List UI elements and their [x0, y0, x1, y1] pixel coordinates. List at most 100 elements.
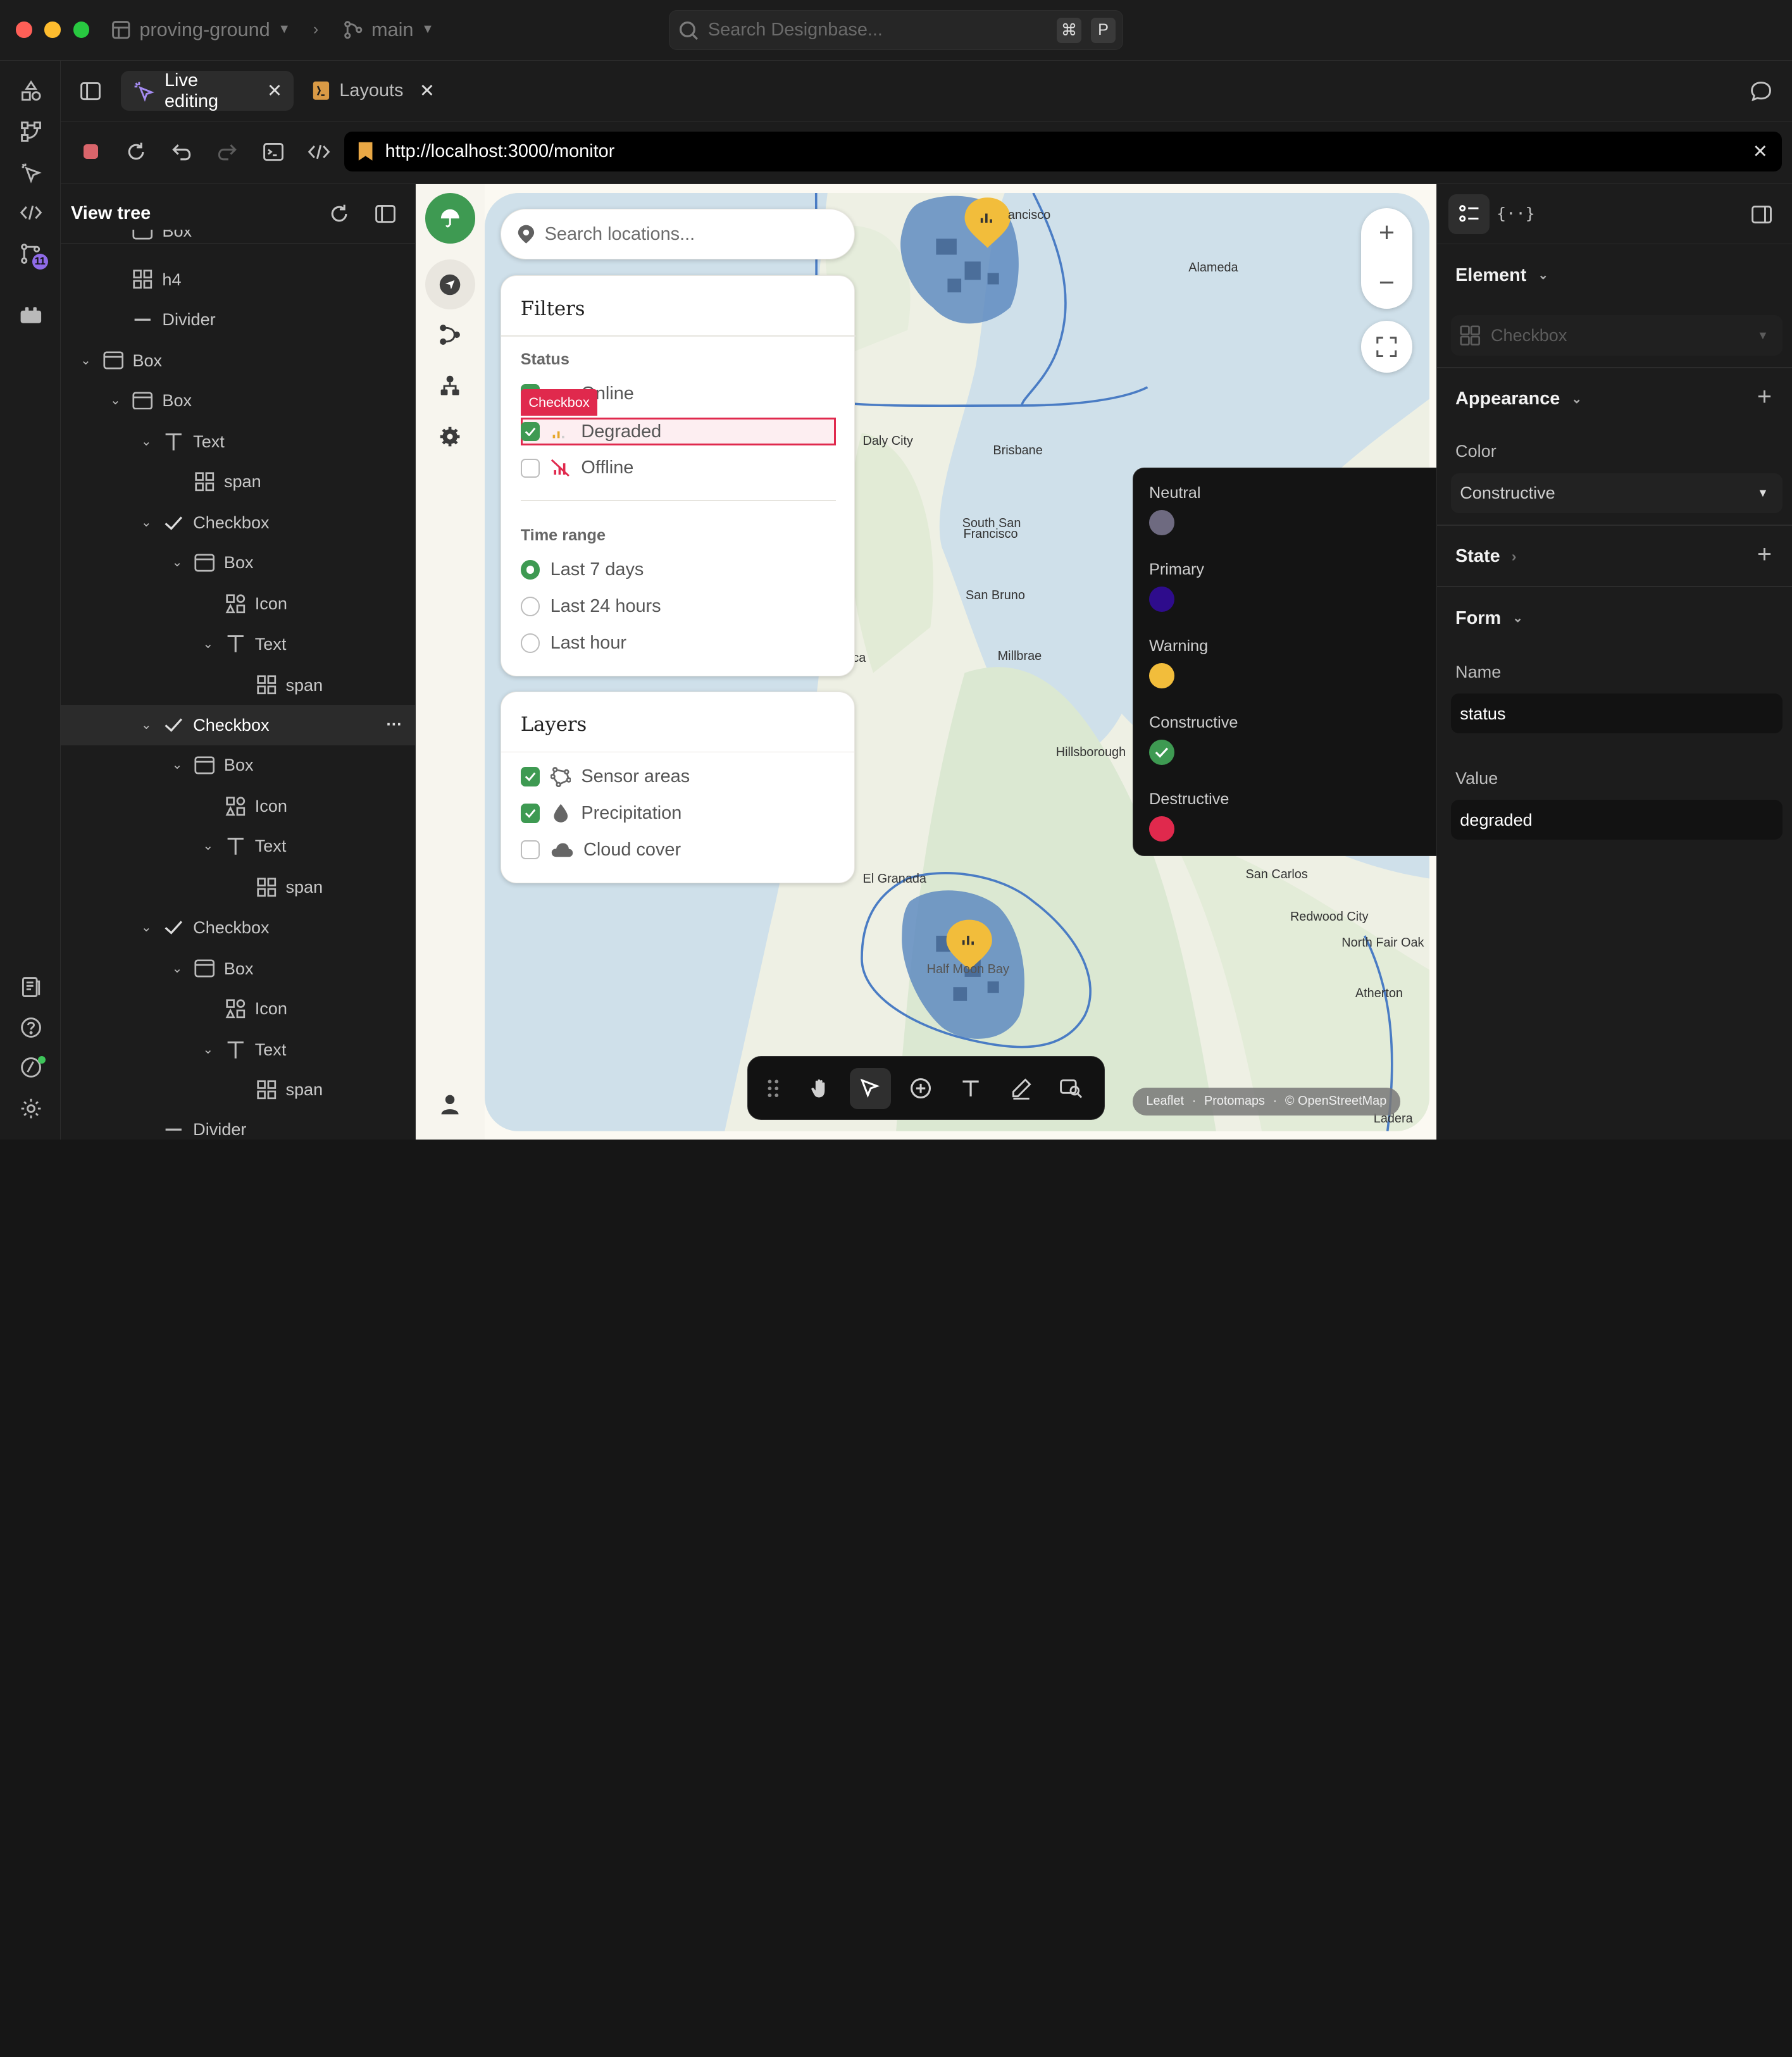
tree-row[interactable]: Icon — [61, 988, 416, 1028]
layer-cloud-cover-checkbox[interactable]: Cloud cover — [520, 840, 681, 861]
chevron-down-icon[interactable]: ⌄ — [169, 555, 185, 570]
url-field[interactable]: http://localhost:3000/monitor ✕ — [344, 131, 1782, 171]
appearance-section-header[interactable]: Appearance ⌄ — [1455, 388, 1582, 409]
close-tab-icon[interactable]: ✕ — [267, 80, 282, 102]
reload-icon[interactable] — [125, 140, 147, 168]
time-option-7-days[interactable]: Last 7 days — [520, 559, 644, 580]
location-search-input[interactable]: Search locations... — [501, 209, 855, 259]
routes-icon[interactable] — [439, 323, 461, 351]
hand-tool-icon[interactable] — [799, 1068, 840, 1109]
tree-row[interactable]: ⌄ Box — [61, 948, 416, 988]
undo-icon[interactable] — [170, 140, 193, 168]
tree-row[interactable]: span — [61, 462, 416, 502]
tree-row[interactable]: Divider — [61, 1110, 416, 1140]
attribution-link[interactable]: Leaflet — [1146, 1094, 1184, 1109]
close-tab-icon[interactable]: ✕ — [420, 80, 435, 102]
source-code-icon[interactable] — [308, 140, 330, 168]
checkbox[interactable] — [520, 840, 540, 860]
toolbox-icon[interactable] — [17, 302, 44, 329]
zoom-out-button[interactable]: − — [1361, 258, 1412, 308]
element-section-header[interactable]: Element ⌄ — [1455, 265, 1548, 286]
live-edit-cursor-icon[interactable] — [17, 159, 44, 186]
global-search[interactable]: Search Designbase... ⌘ P — [668, 10, 1124, 51]
comments-icon[interactable] — [1750, 80, 1772, 108]
state-section-header[interactable]: State › — [1455, 546, 1516, 567]
tab-live-editing[interactable]: Live editing ✕ — [121, 70, 294, 111]
network-icon[interactable] — [439, 375, 461, 402]
code-icon[interactable] — [17, 199, 44, 226]
collapse-panel-icon[interactable] — [374, 202, 397, 230]
chevron-down-icon[interactable]: ⌄ — [200, 637, 216, 652]
redo-icon[interactable] — [216, 140, 239, 168]
tree-row[interactable]: ⌄ Box — [61, 745, 416, 785]
settings-icon[interactable] — [17, 1095, 44, 1122]
color-select[interactable]: Constructive ▼ — [1450, 473, 1783, 513]
json-tab-icon[interactable]: {··} — [1496, 204, 1535, 223]
tree-row[interactable]: ⌄ Text — [61, 421, 416, 461]
navigate-arrow-icon[interactable] — [425, 259, 476, 310]
app-settings-icon[interactable] — [439, 425, 461, 453]
color-swatch-neutral[interactable] — [1149, 510, 1174, 536]
terminal-icon[interactable] — [262, 140, 285, 168]
tree-row[interactable]: ⌄ Checkbox — [61, 503, 416, 543]
tree-row[interactable]: h4 — [61, 259, 416, 299]
tree-row[interactable]: ⌄ Text — [61, 826, 416, 866]
drag-handle-icon[interactable] — [752, 1068, 793, 1109]
add-state-icon[interactable]: + — [1757, 540, 1772, 569]
properties-tab-icon[interactable] — [1448, 194, 1490, 235]
inspect-tool-icon[interactable] — [1051, 1068, 1092, 1109]
tree-row[interactable]: ⌄ Text — [61, 1029, 416, 1069]
tree-row-selected[interactable]: ⌄ Checkbox ··· — [60, 705, 416, 745]
time-option-last-hour[interactable]: Last hour — [520, 633, 626, 654]
tree-row[interactable]: span — [61, 867, 416, 907]
toggle-sidebar-icon[interactable] — [79, 80, 102, 108]
chevron-down-icon[interactable]: ⌄ — [78, 353, 94, 368]
chevron-down-icon[interactable]: ⌄ — [139, 434, 154, 449]
color-swatch-warning[interactable] — [1149, 663, 1174, 689]
tree-row-clipped[interactable]: Box — [61, 230, 416, 245]
checkbox[interactable] — [520, 421, 540, 442]
layer-precipitation-checkbox[interactable]: Precipitation — [520, 803, 681, 824]
color-swatch-destructive[interactable] — [1149, 816, 1174, 842]
tree-row[interactable]: ⌄ Text — [61, 624, 416, 664]
pull-requests-icon[interactable]: 11 — [17, 240, 48, 270]
pen-tool-icon[interactable] — [1000, 1068, 1042, 1109]
attribution-link[interactable]: Protomaps — [1204, 1094, 1265, 1109]
chevron-down-icon[interactable]: ⌄ — [169, 757, 185, 773]
zoom-in-button[interactable]: + — [1361, 208, 1412, 258]
collapse-inspector-icon[interactable] — [1750, 203, 1773, 231]
chevron-down-icon[interactable]: ⌄ — [139, 515, 154, 530]
chevron-down-icon[interactable]: ⌄ — [108, 393, 123, 408]
maximize-window-button[interactable] — [73, 22, 89, 38]
add-appearance-icon[interactable]: + — [1757, 383, 1772, 411]
radio[interactable] — [520, 633, 540, 653]
chevron-down-icon[interactable]: ⌄ — [139, 718, 154, 733]
clear-url-icon[interactable]: ✕ — [1753, 140, 1768, 163]
tree-row[interactable]: ⌄ Box — [61, 340, 416, 380]
tree-row[interactable]: ⌄ Checkbox — [61, 907, 416, 947]
text-tool-icon[interactable] — [950, 1068, 992, 1109]
help-icon[interactable] — [17, 1014, 44, 1041]
form-section-header[interactable]: Form ⌄ — [1455, 608, 1523, 629]
tree-row[interactable]: Icon — [61, 786, 416, 826]
value-input[interactable]: degraded — [1450, 800, 1783, 840]
checkbox[interactable] — [520, 458, 540, 478]
user-icon[interactable] — [439, 1093, 461, 1121]
color-swatch-constructive[interactable] — [1149, 740, 1174, 766]
flow-icon[interactable] — [17, 118, 44, 145]
more-options-icon[interactable]: ··· — [386, 716, 402, 734]
tree-row[interactable]: span — [61, 665, 416, 705]
radio[interactable] — [520, 560, 540, 580]
attribution-link[interactable]: © OpenStreetMap — [1285, 1094, 1386, 1109]
tree-row[interactable]: ⌄ Box — [61, 543, 416, 583]
layer-sensor-areas-checkbox[interactable]: Sensor areas — [520, 766, 690, 787]
name-input[interactable]: status — [1450, 693, 1783, 734]
fullscreen-button[interactable] — [1360, 321, 1413, 373]
tree-row[interactable]: Divider — [61, 299, 416, 339]
close-window-button[interactable] — [16, 22, 32, 38]
status-offline-checkbox[interactable]: Offline — [520, 457, 633, 478]
chevron-down-icon[interactable]: ⌄ — [139, 920, 154, 935]
refresh-icon[interactable] — [328, 202, 351, 230]
status-icon[interactable] — [17, 1053, 46, 1081]
app-logo-umbrella-icon[interactable] — [425, 193, 476, 244]
